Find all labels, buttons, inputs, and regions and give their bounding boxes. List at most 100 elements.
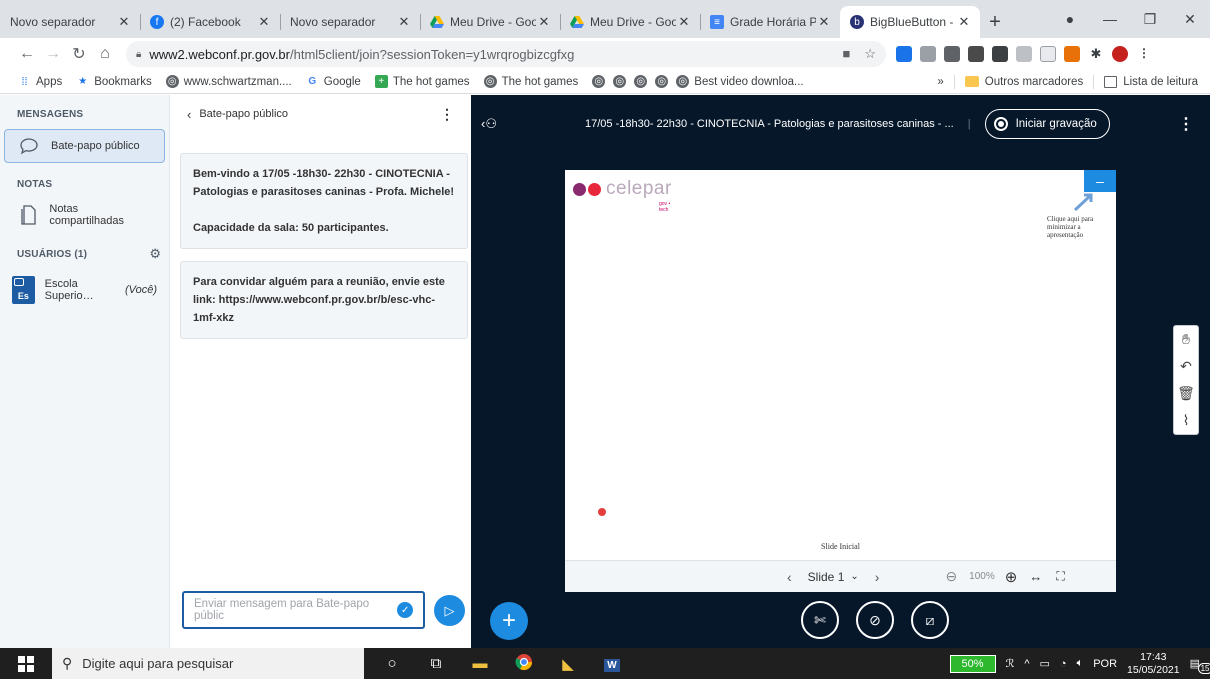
more-options-icon[interactable]: ⋮	[1178, 114, 1194, 134]
reading-list-link[interactable]: Lista de leitura	[1123, 76, 1198, 88]
volume-icon[interactable]: 🔈︎	[1077, 657, 1084, 670]
task-view-icon[interactable]: ⧉	[414, 655, 458, 672]
chevron-down-icon[interactable]: ⌄	[850, 571, 858, 582]
chat-title[interactable]: Bate-papo público	[199, 108, 288, 120]
notifications-icon[interactable]: ▤ 15	[1190, 657, 1210, 674]
address-bar[interactable]: 🔒︎ www2.webconf.pr.gov.br/html5client/jo…	[126, 41, 886, 67]
language-indicator[interactable]: POR	[1093, 658, 1117, 670]
home-icon[interactable]: ⌂	[92, 45, 118, 63]
restore-icon[interactable]: ❐	[1130, 11, 1170, 28]
extension-icon[interactable]	[944, 46, 960, 62]
tab-grade-horaria[interactable]: ≡ Grade Horária PC ✕	[700, 6, 840, 38]
close-icon[interactable]: ✕	[256, 14, 272, 30]
camera-icon[interactable]: ■	[842, 46, 850, 62]
close-icon[interactable]: ✕	[956, 14, 972, 30]
screenshare-off-button[interactable]: ⧄	[911, 601, 949, 639]
close-icon[interactable]: ✕	[396, 14, 412, 30]
start-recording-button[interactable]: Iniciar gravação	[984, 109, 1110, 139]
previous-slide-icon[interactable]: ‹	[787, 569, 792, 585]
tab-novo-separador-2[interactable]: Novo separador ✕	[280, 6, 420, 38]
extension-icon[interactable]	[1064, 46, 1080, 62]
zoom-in-icon[interactable]: ⊕	[1005, 568, 1018, 586]
undo-icon[interactable]: ↶	[1174, 353, 1198, 380]
extension-icon[interactable]	[992, 46, 1008, 62]
file-explorer-icon[interactable]: ▬	[458, 655, 502, 672]
zoom-out-icon[interactable]: ⊖	[945, 568, 957, 585]
hand-tool-icon[interactable]: ✋︎	[1174, 326, 1198, 353]
fit-width-icon[interactable]: ↔	[1029, 569, 1042, 584]
fullscreen-icon[interactable]: ⛶	[1056, 569, 1064, 584]
forward-arrow-icon[interactable]: →	[40, 45, 66, 63]
battery-icon[interactable]: ▭	[1040, 657, 1050, 670]
chrome-icon[interactable]	[502, 653, 546, 675]
logo-text: celepar	[606, 178, 672, 199]
close-icon[interactable]: ✕	[536, 14, 552, 30]
puzzle-icon[interactable]: ✱	[1088, 46, 1104, 62]
bookmark-apps[interactable]: ⁞⁞ Apps	[18, 75, 62, 88]
new-tab-button[interactable]: +	[980, 6, 1010, 38]
globe-icon[interactable]: ◎	[655, 75, 669, 88]
tab-novo-separador-1[interactable]: Novo separador ✕	[0, 6, 140, 38]
bookmark-best-video[interactable]: ◎ Best video downloa...	[676, 75, 804, 88]
zoom-level[interactable]: 100%	[969, 571, 995, 582]
send-message-button[interactable]: ▷	[434, 595, 465, 626]
extension-icon[interactable]	[896, 46, 912, 62]
video-off-button[interactable]: ⊘	[856, 601, 894, 639]
settings-gear-icon[interactable]: ⚙	[149, 246, 161, 262]
user-row[interactable]: Es Escola Superio… (Você)	[4, 272, 165, 308]
chat-message-input[interactable]: Enviar mensagem para Bate-papo públic ✓	[182, 591, 425, 629]
more-vert-icon[interactable]: ⋮	[1136, 46, 1152, 62]
cortana-icon[interactable]: ○	[370, 655, 414, 672]
presentation-slide[interactable]: celepar gov • tech – Clique aqui para mi…	[565, 170, 1116, 560]
battery-indicator[interactable]: 50%	[949, 654, 996, 673]
bookmark-star-icon[interactable]: ☆	[864, 46, 876, 62]
reload-icon[interactable]: ↻	[66, 44, 92, 64]
actions-plus-button[interactable]: +	[490, 602, 528, 640]
bookmark-bookmarks[interactable]: ★ Bookmarks	[76, 75, 152, 88]
profile-icon[interactable]: ●	[1050, 11, 1090, 27]
taskbar-search[interactable]: ⚲ Digite aqui para pesquisar	[52, 648, 364, 679]
back-arrow-icon[interactable]: ←	[14, 45, 40, 63]
close-icon[interactable]: ✕	[676, 14, 692, 30]
tab-meu-drive-2[interactable]: Meu Drive - Goo ✕	[560, 6, 700, 38]
app-icon[interactable]: ◣	[546, 655, 590, 673]
bookmark-schwartzman[interactable]: ◎ www.schwartzman....	[165, 75, 292, 88]
chevron-left-icon[interactable]: ‹	[187, 107, 191, 122]
public-chat-item[interactable]: Bate-papo público	[4, 129, 165, 163]
bookmark-hot-games-1[interactable]: + The hot games	[374, 75, 470, 88]
trash-icon[interactable]: 🗑︎	[1174, 380, 1198, 407]
extension-icon[interactable]	[1040, 46, 1056, 62]
globe-icon[interactable]: ◎	[634, 75, 648, 88]
bookmark-hot-games-2[interactable]: ◎ The hot games	[483, 75, 578, 88]
close-icon[interactable]: ✕	[816, 14, 832, 30]
minimize-icon[interactable]: —	[1090, 11, 1130, 27]
tray-chevron-icon[interactable]: ^	[1024, 658, 1029, 670]
extension-icon[interactable]	[1016, 46, 1032, 62]
tab-facebook[interactable]: f (2) Facebook ✕	[140, 6, 280, 38]
chat-options-icon[interactable]: ⋮	[440, 106, 454, 123]
minimize-presentation-button[interactable]: –	[1084, 170, 1116, 192]
wifi-icon[interactable]: ◔	[1060, 658, 1067, 670]
shared-notes-item[interactable]: Notas compartilhadas	[4, 198, 165, 232]
people-icon[interactable]: ℛ	[1006, 657, 1015, 670]
clock[interactable]: 17:43 15/05/2021	[1127, 651, 1180, 677]
globe-icon[interactable]: ◎	[613, 75, 627, 88]
bookmark-google[interactable]: G Google	[306, 75, 360, 88]
audio-off-button[interactable]: ✄	[801, 601, 839, 639]
tab-meu-drive-1[interactable]: Meu Drive - Goo ✕	[420, 6, 560, 38]
extension-icon[interactable]	[968, 46, 984, 62]
word-icon[interactable]: W	[590, 655, 634, 672]
windows-start-button[interactable]	[0, 655, 52, 672]
extension-icon[interactable]	[920, 46, 936, 62]
bookmarks-overflow-button[interactable]: »	[937, 76, 943, 88]
globe-icon[interactable]: ◎	[592, 75, 606, 88]
avatar-icon[interactable]	[1112, 46, 1128, 62]
toggle-user-list-icon[interactable]: ‹⚇	[471, 116, 507, 132]
multi-user-whiteboard-icon[interactable]: ⌇	[1174, 407, 1198, 434]
next-slide-icon[interactable]: ›	[875, 569, 880, 585]
close-icon[interactable]: ✕	[116, 14, 132, 30]
close-window-icon[interactable]: ✕	[1170, 11, 1210, 28]
tab-bigbluebutton[interactable]: b BigBlueButton - ✕	[840, 6, 980, 38]
other-bookmarks-link[interactable]: Outros marcadores	[985, 76, 1083, 88]
slide-selector[interactable]: Slide 1	[808, 570, 845, 584]
